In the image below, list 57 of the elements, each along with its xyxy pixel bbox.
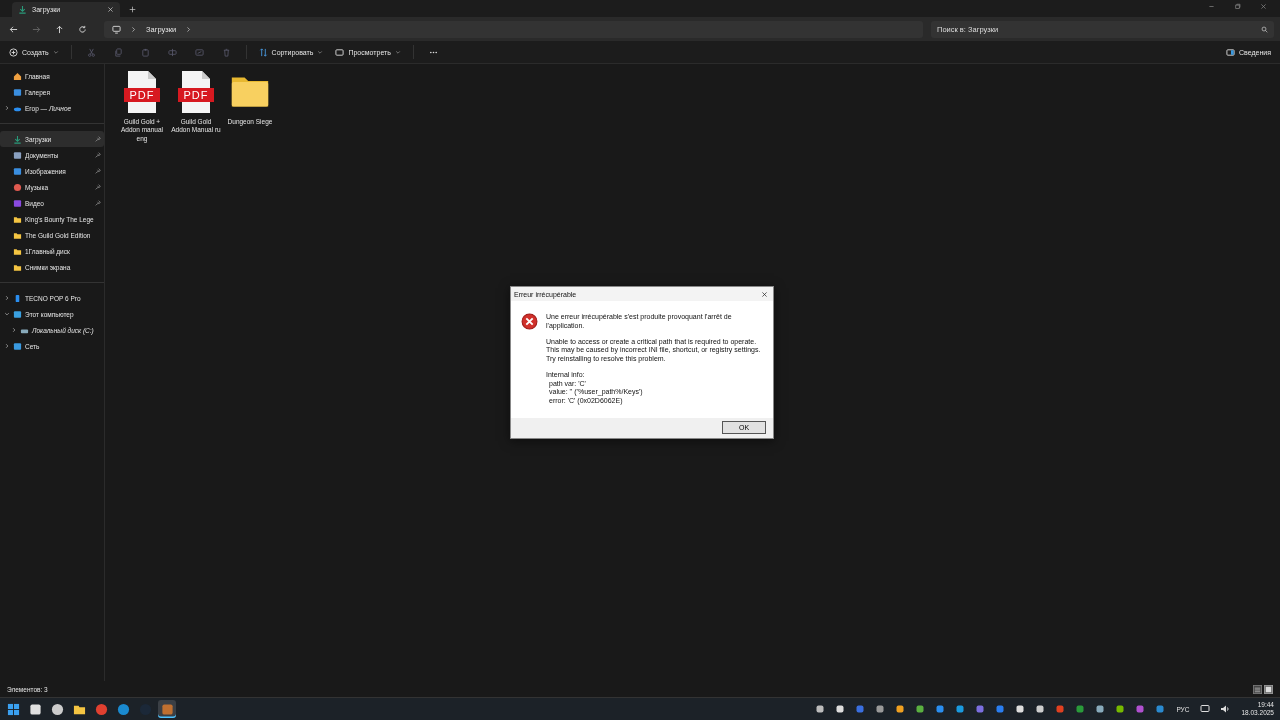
download-icon	[13, 134, 22, 144]
computer-icon	[13, 309, 22, 319]
speaker-icon[interactable]	[1220, 704, 1231, 714]
search-icon	[1261, 25, 1268, 33]
documents-icon	[13, 150, 22, 160]
pin-icon[interactable]	[95, 168, 101, 174]
music-icon	[13, 182, 22, 192]
chevron-icon[interactable]	[4, 105, 10, 111]
plus-icon	[9, 47, 18, 57]
caret-icon	[317, 49, 324, 55]
network-icon	[13, 341, 22, 351]
pin-icon[interactable]	[95, 184, 101, 190]
windows-icon	[6, 702, 20, 716]
tray-icon[interactable]	[1115, 704, 1126, 714]
plus-icon[interactable]	[129, 6, 136, 13]
phone-icon	[13, 293, 22, 303]
tray-icon[interactable]	[1095, 704, 1106, 714]
tray-icon[interactable]	[935, 704, 946, 714]
video-icon	[13, 198, 22, 208]
tray-icon[interactable]	[955, 704, 966, 714]
caret-icon	[52, 49, 59, 55]
tray-icon[interactable]	[875, 704, 886, 714]
download-icon	[18, 5, 27, 14]
gallery-icon	[13, 87, 22, 97]
error-icon	[521, 313, 538, 330]
details-view-icon[interactable]	[1253, 684, 1262, 694]
chevron-icon[interactable]	[4, 295, 10, 301]
close-icon[interactable]	[1260, 2, 1267, 10]
tray-icon[interactable]	[895, 704, 906, 714]
network-icon[interactable]	[1200, 704, 1211, 714]
tray-icon[interactable]	[1035, 704, 1046, 714]
monitor-icon	[112, 24, 121, 34]
back-icon[interactable]	[9, 24, 18, 34]
chevron-icon[interactable]	[11, 327, 17, 333]
pin-icon[interactable]	[95, 200, 101, 206]
pictures-icon	[13, 166, 22, 176]
tray-icon[interactable]	[835, 704, 846, 714]
details-pane-icon	[1226, 47, 1235, 57]
sort-icon	[258, 47, 268, 57]
home-icon	[13, 71, 22, 81]
forward-icon[interactable]	[32, 24, 41, 34]
restore-icon[interactable]	[1234, 2, 1241, 10]
up-icon[interactable]	[55, 24, 64, 34]
caret-icon	[394, 49, 401, 55]
chevron-icon[interactable]	[4, 311, 10, 317]
pin-icon[interactable]	[95, 152, 101, 158]
chevron-icon[interactable]	[4, 343, 10, 349]
view-icon	[335, 47, 345, 57]
chevron-icon	[130, 25, 137, 33]
refresh-icon[interactable]	[78, 24, 87, 34]
chevron-icon	[185, 25, 193, 33]
pin-icon[interactable]	[95, 136, 101, 142]
tray-icon[interactable]	[1015, 704, 1026, 714]
close-icon[interactable]	[761, 290, 768, 298]
tray-icon[interactable]	[815, 704, 826, 714]
tiles-view-icon[interactable]	[1264, 684, 1273, 694]
tray-icon[interactable]	[915, 704, 926, 714]
